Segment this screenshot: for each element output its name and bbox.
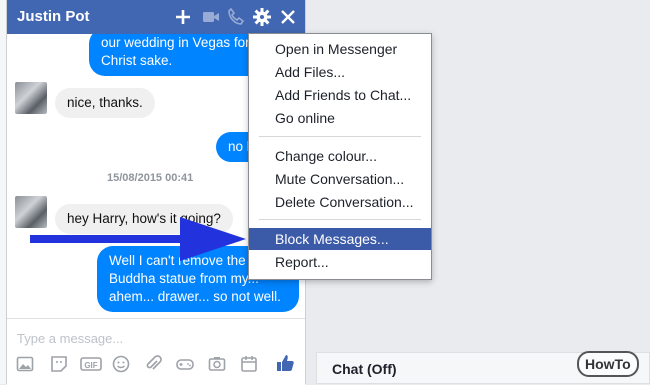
emoji-icon[interactable] <box>112 355 130 373</box>
message-timestamp: 15/08/2015 00:41 <box>107 172 194 184</box>
menu-item-mute-conversation[interactable]: Mute Conversation... <box>249 168 431 190</box>
game-controller-icon[interactable] <box>176 355 194 373</box>
calendar-icon[interactable] <box>240 355 258 373</box>
chat-header: Justin Pot <box>7 0 305 34</box>
settings-menu: Open in Messenger Add Files... Add Frien… <box>248 33 432 280</box>
phone-call-icon[interactable] <box>226 7 246 27</box>
chat-status-label: Chat (Off) <box>332 361 397 377</box>
gif-icon[interactable]: GIF <box>80 355 102 373</box>
photo-icon[interactable] <box>16 355 34 373</box>
composer: Type a message... GIF <box>7 318 305 385</box>
close-icon[interactable] <box>278 7 298 27</box>
menu-item-open-in-messenger[interactable]: Open in Messenger <box>249 38 431 60</box>
gear-icon[interactable] <box>252 7 272 27</box>
menu-item-block-messages[interactable]: Block Messages... <box>249 228 431 250</box>
svg-text:GIF: GIF <box>84 361 97 370</box>
sticker-icon[interactable] <box>50 355 68 373</box>
camera-icon[interactable] <box>208 355 226 373</box>
video-call-icon[interactable] <box>201 7 221 27</box>
menu-item-add-friends[interactable]: Add Friends to Chat... <box>249 84 431 106</box>
avatar[interactable] <box>15 82 47 114</box>
pointer-arrow-icon <box>30 217 246 261</box>
incoming-message: nice, thanks. <box>55 88 155 118</box>
menu-divider <box>259 136 421 137</box>
add-icon[interactable] <box>173 7 193 27</box>
message-line: ahem... drawer... so not well. <box>109 289 281 304</box>
menu-item-add-files[interactable]: Add Files... <box>249 61 431 83</box>
menu-item-go-online[interactable]: Go online <box>249 107 431 129</box>
watermark-logo: HowTo <box>577 351 639 377</box>
menu-divider <box>259 219 421 220</box>
message-input[interactable]: Type a message... <box>17 331 123 346</box>
menu-item-report[interactable]: Report... <box>249 251 431 273</box>
attachment-icon[interactable] <box>144 355 162 373</box>
chat-title[interactable]: Justin Pot <box>17 8 90 25</box>
menu-item-delete-conversation[interactable]: Delete Conversation... <box>249 191 431 213</box>
menu-item-change-colour[interactable]: Change colour... <box>249 145 431 167</box>
like-icon[interactable] <box>275 353 295 373</box>
